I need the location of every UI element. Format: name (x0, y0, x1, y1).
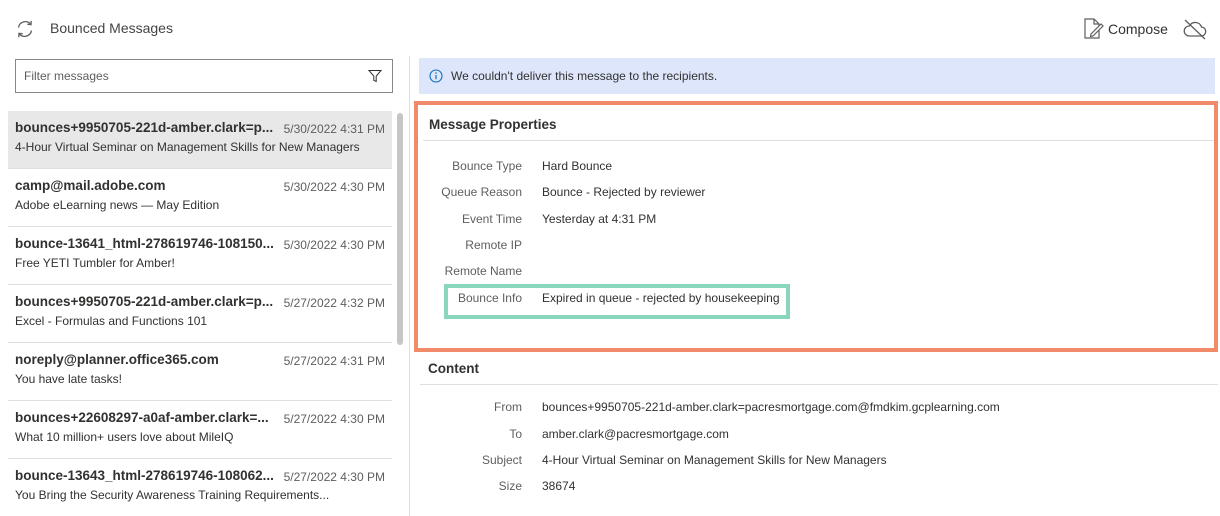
compose-label: Compose (1108, 21, 1168, 37)
message-date: 5/30/2022 4:31 PM (283, 122, 385, 136)
message-list-item[interactable]: noreply@planner.office365.com 5/27/2022 … (8, 343, 392, 401)
property-value: Bounce - Rejected by reviewer (542, 185, 706, 199)
content-label: From (494, 400, 522, 414)
message-subject: What 10 million+ users love about MileIQ (15, 430, 234, 444)
message-subject: 4-Hour Virtual Seminar on Management Ski… (15, 140, 360, 154)
property-value: Yesterday at 4:31 PM (542, 212, 657, 226)
message-sender: bounces+9950705-221d-amber.clark=p... (15, 294, 274, 309)
message-list-item[interactable]: bounce-13641_html-278619746-108150... 5/… (8, 227, 392, 285)
message-sender: camp@mail.adobe.com (15, 178, 166, 193)
message-list-item[interactable]: camp@mail.adobe.com 5/30/2022 4:30 PM Ad… (8, 169, 392, 227)
filter-input[interactable] (16, 69, 356, 83)
message-list-pane: bounces+9950705-221d-amber.clark=p... 5/… (0, 56, 410, 516)
message-subject: You Bring the Security Awareness Trainin… (15, 488, 330, 502)
content-label: Size (498, 479, 522, 493)
compose-icon (1084, 18, 1104, 39)
property-remote-name: Remote Name (418, 264, 1198, 282)
property-remote-ip: Remote IP (418, 238, 1198, 256)
info-icon (429, 69, 443, 83)
message-subject: Free YETI Tumbler for Amber! (15, 256, 175, 270)
filter-icon[interactable] (368, 69, 382, 83)
property-label: Event Time (461, 212, 522, 226)
info-banner: We couldn't deliver this message to the … (419, 58, 1215, 94)
message-subject: Adobe eLearning news — May Edition (15, 198, 220, 212)
content-value: bounces+9950705-221d-amber.clark=pacresm… (542, 400, 1000, 414)
content-value: 4-Hour Virtual Seminar on Management Ski… (542, 453, 887, 467)
property-event-time: Event Time Yesterday at 4:31 PM (418, 212, 1198, 230)
message-date: 5/27/2022 4:30 PM (283, 470, 385, 484)
message-sender: noreply@planner.office365.com (15, 352, 219, 367)
message-sender: bounces+22608297-a0af-amber.clark=... (15, 410, 269, 425)
property-label: Bounce Info (457, 291, 522, 305)
content-to: To amber.clark@pacresmortgage.com (418, 427, 1198, 445)
property-label: Remote Name (444, 264, 522, 278)
message-list-item[interactable]: bounces+22608297-a0af-amber.clark=... 5/… (8, 401, 392, 459)
property-bounce-info: Bounce Info Expired in queue - rejected … (418, 291, 1198, 309)
filter-box (15, 59, 393, 93)
content-size: Size 38674 (418, 479, 1198, 497)
properties-title: Message Properties (429, 117, 557, 132)
message-list-item[interactable]: bounces+9950705-221d-amber.clark=p... 5/… (8, 111, 392, 169)
property-value: Hard Bounce (542, 159, 613, 173)
content-value: 38674 (542, 479, 576, 493)
content-value: amber.clark@pacresmortgage.com (542, 427, 729, 441)
banner-text: We couldn't deliver this message to the … (451, 69, 718, 83)
content-label: Subject (481, 453, 522, 467)
message-subject: You have late tasks! (15, 372, 122, 386)
content-label: To (509, 427, 522, 441)
message-sender: bounce-13643_html-278619746-108062... (15, 468, 274, 483)
property-bounce-type: Bounce Type Hard Bounce (418, 159, 1198, 177)
section-divider (423, 140, 1214, 141)
content-title: Content (428, 361, 479, 376)
top-bar: Bounced Messages Compose (0, 0, 1220, 56)
section-divider (420, 384, 1218, 385)
property-label: Queue Reason (441, 185, 522, 199)
message-list: bounces+9950705-221d-amber.clark=p... 5/… (8, 111, 392, 516)
message-date: 5/30/2022 4:30 PM (283, 238, 385, 252)
content-subject: Subject 4-Hour Virtual Seminar on Manage… (418, 453, 1198, 471)
message-subject: Excel - Formulas and Functions 101 (15, 314, 208, 328)
cloud-off-icon[interactable] (1182, 17, 1208, 41)
content-from: From bounces+9950705-221d-amber.clark=pa… (418, 400, 1198, 418)
message-list-item[interactable]: bounce-13643_html-278619746-108062... 5/… (8, 459, 392, 516)
scrollbar-thumb[interactable] (397, 113, 403, 345)
property-label: Bounce Type (452, 159, 522, 173)
property-value: Expired in queue - rejected by housekeep… (542, 291, 780, 305)
list-scrollbar[interactable] (396, 111, 404, 516)
message-sender: bounces+9950705-221d-amber.clark=p... (15, 120, 274, 135)
property-queue-reason: Queue Reason Bounce - Rejected by review… (418, 185, 1198, 203)
property-label: Remote IP (465, 238, 522, 252)
refresh-icon[interactable] (14, 18, 36, 40)
message-properties-section: Message Properties Bounce Type Hard Boun… (414, 101, 1218, 352)
message-date: 5/27/2022 4:32 PM (283, 296, 385, 310)
message-detail-pane: We couldn't deliver this message to the … (412, 56, 1220, 516)
message-list-item[interactable]: bounces+9950705-221d-amber.clark=p... 5/… (8, 285, 392, 343)
compose-button[interactable]: Compose (1082, 16, 1168, 42)
app-title: Bounced Messages (50, 20, 173, 36)
message-date: 5/30/2022 4:30 PM (283, 180, 385, 194)
message-date: 5/27/2022 4:31 PM (283, 354, 385, 368)
message-date: 5/27/2022 4:30 PM (283, 412, 385, 426)
message-sender: bounce-13641_html-278619746-108150... (15, 236, 274, 251)
